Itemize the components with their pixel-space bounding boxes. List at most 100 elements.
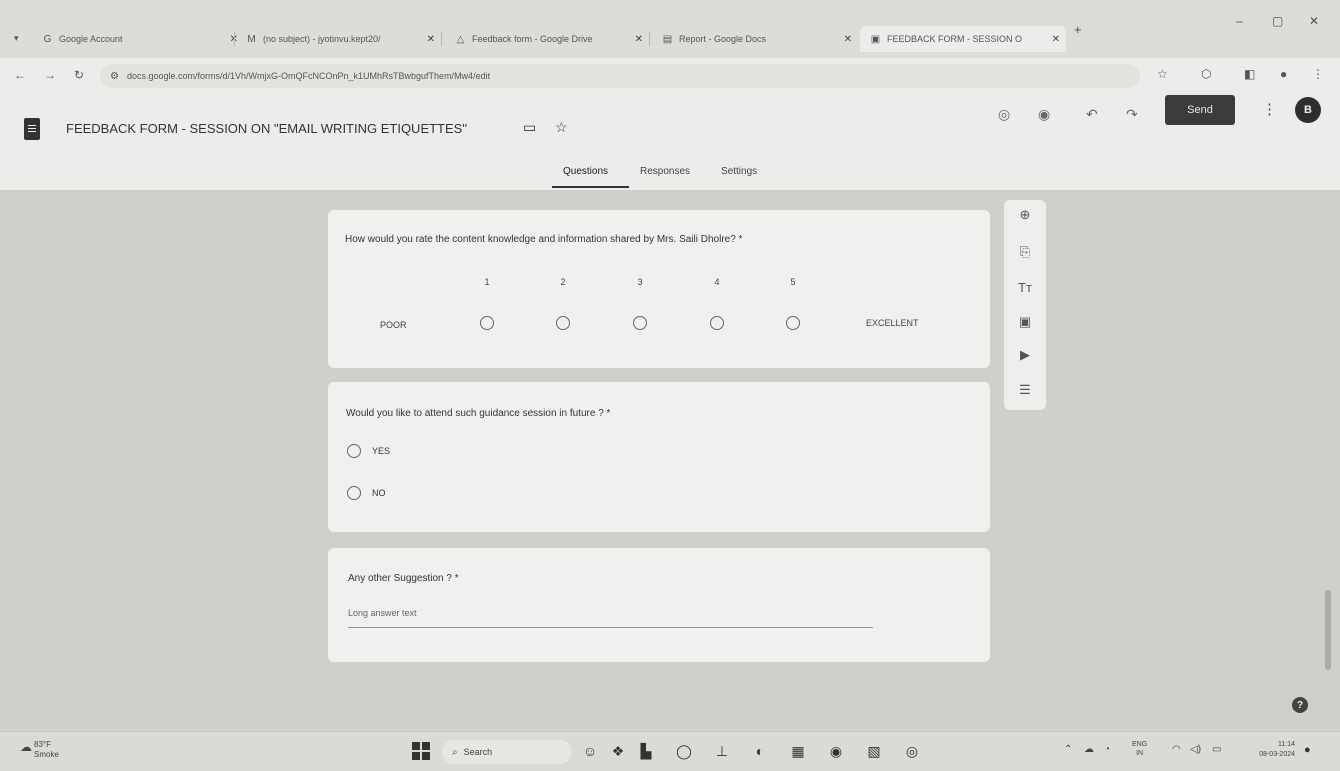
system-clock[interactable]: 11:14 08-03-2024 [1235,740,1295,760]
site-info-icon[interactable]: ⚙ [110,71,119,82]
scale-radio-4[interactable] [710,316,724,330]
minimize-icon[interactable]: – [1236,14,1243,28]
bookmark-star-icon[interactable]: ☆ [1157,67,1168,81]
send-button[interactable]: Send [1165,95,1235,125]
chrome-icon[interactable]: ◉ [826,741,846,761]
docs-icon: ▤ [662,33,673,45]
add-image-icon[interactable]: ▣ [1016,313,1034,331]
redo-icon[interactable]: ↷ [1126,106,1138,123]
battery-icon[interactable]: ▭ [1212,744,1221,755]
tab-label: Google Account [59,34,123,44]
forms-logo-icon[interactable] [24,118,40,140]
gmail-icon: M [247,33,256,45]
browser-tab-forms-active[interactable]: ▣ FEEDBACK FORM - SESSION O ✕ [860,26,1066,52]
store-icon[interactable]: ▦ [788,741,808,761]
scale-number: 2 [560,277,566,287]
option-radio-yes[interactable] [347,444,361,458]
tray-chevron-icon[interactable]: ⌃ [1064,744,1072,755]
browser-tab-docs[interactable]: ▤ Report - Google Docs ✕ [652,26,858,52]
windows-start-icon[interactable] [412,742,430,760]
tray-cloud-icon[interactable]: ☁ [1084,744,1094,755]
back-arrow-icon[interactable]: ← [14,68,26,82]
question-card-suggestion[interactable]: Any other Suggestion ? * Long answer tex… [328,548,990,662]
tab-search-chevron-icon[interactable]: ▾ [14,33,19,44]
question-title: Would you like to attend such guidance s… [346,408,611,419]
browser-tab-drive[interactable]: △ Feedback form - Google Drive ✕ [445,26,649,52]
close-icon[interactable]: ✕ [635,34,643,45]
file-explorer-icon[interactable]: ▙ [636,741,656,761]
extensions-icon[interactable]: ⬡ [1201,67,1211,81]
maximize-icon[interactable]: ▢ [1272,14,1283,28]
clock-time: 11:14 [1278,741,1295,748]
forward-arrow-icon[interactable]: → [44,68,56,82]
scale-radio-5[interactable] [786,316,800,330]
tab-settings[interactable]: Settings [721,166,757,177]
form-title[interactable]: FEEDBACK FORM - SESSION ON "EMAIL WRITIN… [66,121,467,136]
add-video-icon[interactable]: ▶ [1016,346,1034,364]
tab-label: FEEDBACK FORM - SESSION O [887,34,1023,44]
url-input[interactable]: ⚙ docs.google.com/forms/d/1Vh/WmjxG-OmQF… [100,64,1140,88]
profile-icon[interactable]: ● [1280,67,1287,81]
taskbar-search[interactable]: ⌕ Search [442,740,572,764]
folder-icon[interactable]: ▭ [523,119,536,136]
notification-icon[interactable]: ● [1304,744,1311,756]
question-card-rating[interactable]: How would you rate the content knowledge… [328,210,990,368]
star-icon[interactable]: ☆ [555,119,568,136]
side-panel-icon[interactable]: ◧ [1244,67,1255,81]
new-tab-plus-icon[interactable]: + [1074,22,1082,37]
edge-browser-icon[interactable]: ◐ [750,741,770,761]
browser-tab-gmail[interactable]: M (no subject) - jyotinvu.kept20/ ✕ [236,26,441,52]
option-radio-no[interactable] [347,486,361,500]
palette-icon[interactable]: ◎ [998,106,1010,123]
page-scrollbar[interactable] [1325,590,1331,670]
window-close-icon[interactable]: ✕ [1309,14,1319,28]
tab-questions[interactable]: Questions [563,166,608,177]
weather-temp: 83°F [34,740,51,749]
avatar[interactable]: B [1295,97,1321,123]
add-question-icon[interactable]: ⊕ [1016,206,1034,224]
lang-region: IN [1136,750,1144,757]
clock-date: 08-03-2024 [1259,751,1295,758]
add-section-icon[interactable]: ☰ [1016,381,1034,399]
scale-number: 4 [714,277,720,287]
help-icon[interactable]: ? [1292,697,1308,713]
language-indicator[interactable]: ENG IN [1132,740,1147,758]
scale-radio-3[interactable] [633,316,647,330]
close-icon[interactable]: ✕ [1052,34,1060,45]
people-app-icon[interactable]: ☺ [580,741,600,761]
scale-radio-2[interactable] [556,316,570,330]
more-options-icon[interactable]: ⋮ [1262,100,1277,118]
reload-icon[interactable]: ↻ [74,68,84,82]
import-questions-icon[interactable]: ⎘ [1016,243,1034,261]
browser-menu-icon[interactable]: ⋮ [1312,67,1324,81]
volume-icon[interactable]: ◁) [1190,744,1201,755]
scale-radio-1[interactable] [480,316,494,330]
browser-tab-google-account[interactable]: G Google Account ✕ [32,26,244,52]
add-title-icon[interactable]: Tт [1016,278,1034,296]
tab-separator [649,32,650,46]
weather-widget[interactable]: ☁ 83°F Smoke [20,740,59,760]
option-label-no[interactable]: NO [372,488,386,498]
question-card-attend[interactable]: Would you like to attend such guidance s… [328,382,990,532]
chat-icon[interactable]: ◯ [674,741,694,761]
tab-responses[interactable]: Responses [640,166,690,177]
question-title: Any other Suggestion ? * [348,573,459,584]
taskbar-app-icon[interactable]: ⊥ [712,741,732,761]
forms-header: FEEDBACK FORM - SESSION ON "EMAIL WRITIN… [0,94,1340,190]
task-view-icon[interactable]: ❖ [608,741,628,761]
undo-icon[interactable]: ↶ [1086,106,1098,123]
scale-number: 5 [790,277,796,287]
search-label: Search [463,747,493,757]
close-icon[interactable]: ✕ [844,34,852,45]
google-icon: G [43,33,52,45]
long-answer-placeholder[interactable]: Long answer text [348,608,873,628]
photos-icon[interactable]: ▧ [864,741,884,761]
option-label-yes[interactable]: YES [372,446,390,456]
forms-icon: ▣ [870,33,881,45]
preview-eye-icon[interactable]: ◉ [1038,106,1050,123]
settings-app-icon[interactable]: ◎ [902,741,922,761]
wifi-icon[interactable]: ◠ [1172,744,1181,755]
scale-high-label: EXCELLENT [866,318,919,328]
tray-app-icon[interactable]: ◔ [1104,744,1110,755]
close-icon[interactable]: ✕ [427,34,435,45]
